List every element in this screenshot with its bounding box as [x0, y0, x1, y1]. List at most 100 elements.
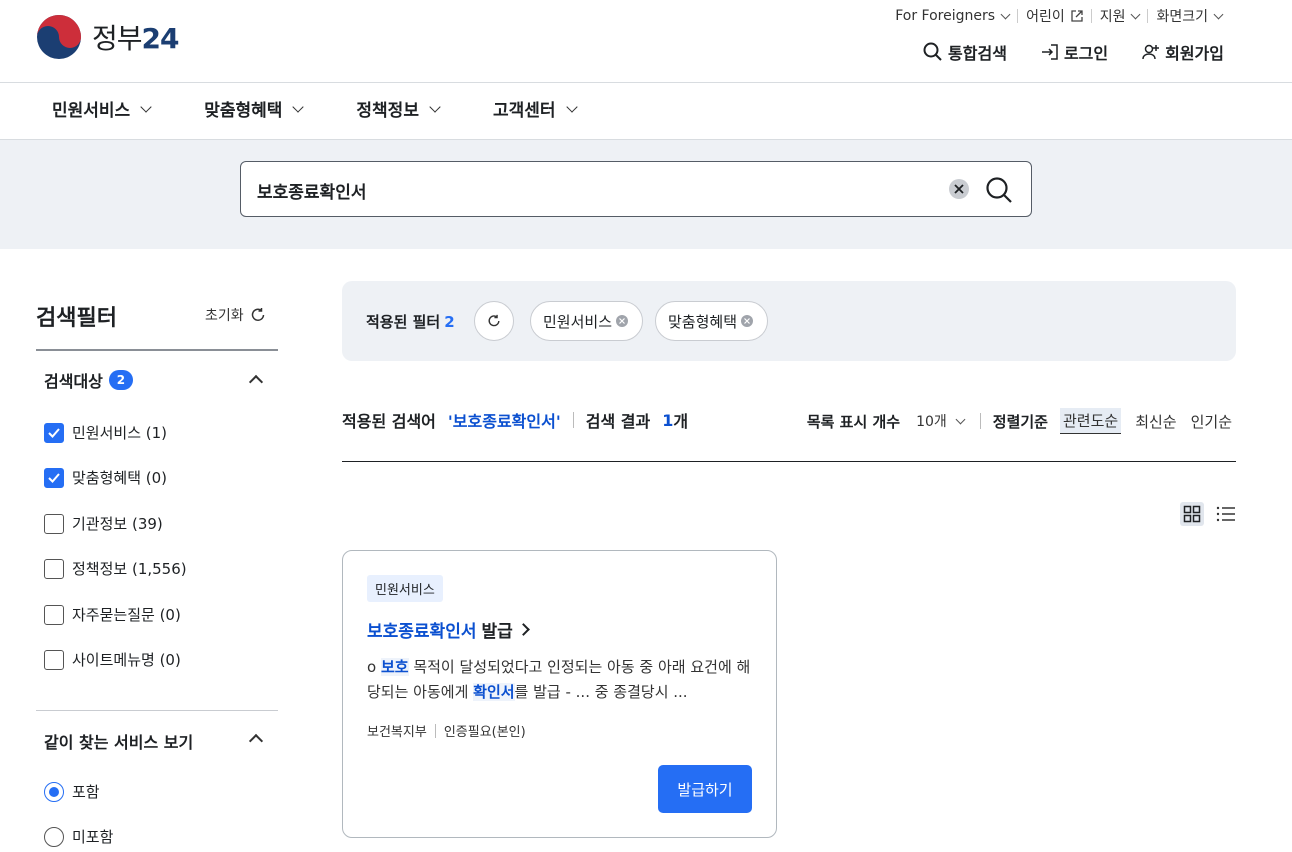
checkbox-unchecked-icon[interactable]	[44, 604, 64, 625]
list-options: 목록 표시 개수 10개 정렬기준 관련도순 최신순 인기순	[807, 408, 1232, 434]
global-nav: 민원서비스 맞춤형혜택 정책정보 고객센터	[52, 96, 630, 121]
checkbox-checked-icon[interactable]	[44, 422, 64, 443]
checkbox-site-menu[interactable]: 사이트메뉴명 (0)	[44, 649, 181, 670]
agency-name: 보건복지부	[367, 725, 427, 740]
checkbox-unchecked-icon[interactable]	[44, 649, 64, 670]
title-rest: 발급	[481, 622, 513, 642]
checkbox-label: 민원서비스 (1)	[72, 424, 168, 442]
header-divider	[0, 82, 1292, 83]
taegeuk-logo-icon	[37, 15, 81, 59]
close-icon[interactable]	[741, 315, 754, 327]
target-section-header[interactable]: 검색대상 2	[44, 368, 133, 392]
target-section-title: 검색대상	[44, 372, 103, 391]
login-link[interactable]: 로그인	[1041, 40, 1108, 64]
keyword-highlight: 확인서	[473, 683, 515, 701]
applied-filter-bar: 적용된 필터 2 민원서비스 맞춤형혜택	[342, 281, 1236, 361]
radio-exclude[interactable]: 미포함	[44, 826, 113, 847]
site-logo[interactable]: 정부24	[36, 14, 179, 60]
gnb-custom-benefit[interactable]: 맞춤형혜택	[204, 96, 305, 121]
filter-chip-civil-service[interactable]: 민원서비스	[530, 301, 644, 341]
chevron-right-icon	[516, 623, 530, 636]
result-meta: 보건복지부 인증필요(본인)	[367, 721, 526, 740]
chevron-down-icon	[140, 100, 152, 113]
auth-requirement: 인증필요(본인)	[443, 725, 526, 740]
related-section-header[interactable]: 같이 찾는 서비스 보기	[44, 729, 193, 753]
checkbox-label: 사이트메뉴명 (0)	[72, 651, 181, 669]
result-description: o 보호 목적이 달성되었다고 인정되는 아동 중 아래 요건에 해당되는 아동…	[367, 658, 751, 701]
reset-filters-button[interactable]	[474, 301, 514, 341]
integrated-search-link[interactable]: 통합검색	[923, 40, 1007, 64]
filter-reset-button[interactable]: 초기화	[205, 305, 266, 325]
radio-include[interactable]: 포함	[44, 781, 100, 802]
result-count: 1	[662, 410, 674, 430]
result-card: 민원서비스 보호종료확인서 발급 o 보호 목적이 달성되었다고 인정되는 아동…	[342, 550, 777, 838]
checkbox-civil-service[interactable]: 민원서비스 (1)	[44, 422, 167, 443]
refresh-icon	[488, 314, 500, 327]
checkbox-label: 자주묻는질문 (0)	[72, 606, 181, 624]
checkbox-label: 맞춤형혜택 (0)	[72, 469, 168, 487]
clear-search-button[interactable]	[949, 179, 969, 199]
sort-label: 정렬기준	[992, 412, 1048, 431]
results-divider	[342, 461, 1236, 462]
filter-chip-custom-benefit[interactable]: 맞춤형혜택	[655, 301, 769, 341]
sort-latest[interactable]: 최신순	[1135, 411, 1176, 432]
result-title-link[interactable]: 보호종료확인서 발급	[367, 617, 530, 642]
radio-label: 포함	[72, 783, 100, 801]
keyword-highlight: 보호	[380, 658, 409, 676]
issue-button[interactable]: 발급하기	[658, 765, 752, 813]
filter-title: 검색필터	[36, 306, 117, 331]
checkbox-custom-benefit[interactable]: 맞춤형혜택 (0)	[44, 467, 167, 488]
utility-menu: For Foreigners 어린이 지원 화면크기	[887, 6, 1230, 26]
refresh-icon	[251, 308, 264, 321]
chevron-down-icon	[1000, 9, 1011, 19]
divider	[979, 413, 981, 429]
chevron-down-icon	[1213, 9, 1224, 19]
checkbox-agency-info[interactable]: 기관정보 (39)	[44, 513, 163, 534]
checkbox-unchecked-icon[interactable]	[44, 558, 64, 579]
sort-relevance[interactable]: 관련도순	[1059, 408, 1122, 434]
search-input[interactable]: 보호종료확인서	[240, 161, 1032, 217]
grid-icon	[1183, 505, 1201, 523]
filter-divider	[36, 349, 278, 351]
gnb-policy-info[interactable]: 정책정보	[356, 96, 441, 121]
logo-text: 정부24	[92, 22, 179, 55]
chevron-down-icon	[429, 100, 441, 113]
external-link-icon	[1071, 10, 1083, 22]
search-icon	[986, 177, 1012, 203]
utility-foreigners[interactable]: For Foreigners	[887, 8, 1017, 24]
per-page-select[interactable]: 10개	[916, 411, 966, 431]
related-section-title: 같이 찾는 서비스 보기	[44, 733, 194, 752]
list-view-button[interactable]	[1214, 502, 1238, 526]
checkbox-faq[interactable]: 자주묻는질문 (0)	[44, 604, 181, 625]
per-page-label: 목록 표시 개수	[806, 412, 901, 431]
checkbox-label: 기관정보 (39)	[72, 515, 163, 533]
applied-filter-label: 적용된 필터 2	[366, 313, 455, 331]
title-highlight: 보호종료확인서	[367, 622, 477, 642]
applied-query: '보호종료확인서'	[447, 412, 561, 431]
close-icon[interactable]	[616, 315, 629, 327]
radio-selected-icon[interactable]	[44, 781, 64, 802]
category-tag: 민원서비스	[367, 575, 443, 602]
gnb-customer-center[interactable]: 고객센터	[493, 96, 578, 121]
user-add-icon	[1142, 44, 1160, 60]
signup-link[interactable]: 회원가입	[1142, 40, 1224, 64]
chevron-up-icon[interactable]	[248, 733, 264, 749]
checkbox-policy-info[interactable]: 정책정보 (1,556)	[44, 558, 187, 579]
query-label: 적용된 검색어	[342, 412, 436, 431]
checkbox-checked-icon[interactable]	[44, 467, 64, 488]
chevron-down-icon	[1131, 9, 1141, 19]
utility-font-size[interactable]: 화면크기	[1148, 6, 1230, 26]
checkbox-unchecked-icon[interactable]	[44, 513, 64, 534]
chevron-down-icon	[955, 414, 966, 424]
radio-unselected-icon[interactable]	[44, 826, 64, 847]
search-input-value[interactable]: 보호종료확인서	[257, 178, 366, 203]
search-button[interactable]	[985, 176, 1013, 208]
close-icon	[954, 184, 964, 194]
grid-view-button[interactable]	[1180, 502, 1204, 526]
utility-support[interactable]: 지원	[1092, 6, 1148, 26]
sort-popular[interactable]: 인기순	[1191, 411, 1232, 432]
gnb-civil-service[interactable]: 민원서비스	[52, 96, 152, 121]
chevron-down-icon	[565, 100, 578, 113]
chevron-up-icon[interactable]	[248, 374, 264, 390]
utility-kids[interactable]: 어린이	[1018, 6, 1091, 26]
